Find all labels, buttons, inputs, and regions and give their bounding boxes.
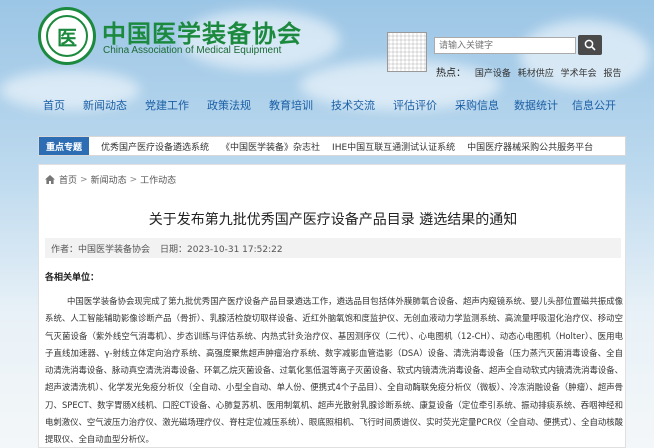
logo-emblem: 医 [46, 15, 88, 57]
site-title-en: China Association of Medical Equipment [103, 45, 282, 56]
article-date: 日期：2023-10-31 17:52:22 [160, 244, 283, 255]
breadcrumb: 首页 > 新闻动态 > 工作动态 [45, 173, 176, 186]
nav-item-tech[interactable]: 技术交流 [322, 97, 384, 113]
nav-item-procurement[interactable]: 采购信息 [446, 97, 508, 113]
topic-link[interactable]: IHE中国互联互通测试认证系统 [332, 140, 455, 153]
search-button[interactable] [578, 35, 602, 55]
main-nav: 首页 新闻动态 党建工作 政策法规 教育培训 技术交流 评估评价 采购信息 数据… [28, 94, 626, 116]
nav-item-disclosure[interactable]: 信息公开 [564, 97, 624, 113]
breadcrumb-current[interactable]: 工作动态 [140, 173, 176, 186]
qr-code-icon [387, 32, 427, 72]
article-meta: 作者：中国医学装备协会 日期：2023-10-31 17:52:22 [45, 238, 621, 258]
nav-item-evaluation[interactable]: 评估评价 [384, 97, 446, 113]
hot-keywords: 热点： 国产设备 耗材供应 学术年会 报告 [436, 64, 626, 79]
home-icon [45, 175, 55, 184]
search-input[interactable] [434, 37, 576, 54]
nav-item-education[interactable]: 教育培训 [260, 97, 322, 113]
hot-keyword[interactable]: 国产设备 [475, 69, 511, 79]
topic-bar: 重点专题 优秀国产医疗设备遴选系统 《中国医学装备》杂志社 IHE中国互联互通测… [38, 136, 626, 156]
site-title-cn[interactable]: 中国医学装备协会 [102, 14, 302, 49]
nav-item-party[interactable]: 党建工作 [136, 97, 198, 113]
article-title: 关于发布第九批优秀国产医疗设备产品目录 遴选结果的通知 [148, 212, 518, 228]
hot-keyword[interactable]: 学术年会 [561, 69, 597, 79]
article-salutation: 各相关单位： [45, 273, 100, 283]
article-panel: 首页 > 新闻动态 > 工作动态 关于发布第九批优秀国产医疗设备产品目录 遴选结… [38, 164, 626, 448]
nav-item-home[interactable]: 首页 [34, 97, 74, 113]
topic-link[interactable]: 中国医疗器械采购公共服务平台 [467, 140, 593, 153]
hot-label: 热点： [436, 68, 466, 79]
breadcrumb-news[interactable]: 新闻动态 [91, 173, 127, 186]
article-author: 作者：中国医学装备协会 [51, 244, 151, 255]
topic-link[interactable]: 《中国医学装备》杂志社 [221, 140, 320, 153]
search-icon [584, 39, 596, 51]
hot-keyword[interactable]: 耗材供应 [518, 69, 554, 79]
association-logo[interactable]: 医 [38, 7, 96, 65]
topic-link[interactable]: 优秀国产医疗设备遴选系统 [101, 140, 209, 153]
breadcrumb-separator: > [129, 174, 138, 185]
article-body: 中国医学装备协会现完成了第九批优秀国产医疗设备产品目录遴选工作，遴选品目包括体外… [45, 296, 623, 445]
breadcrumb-separator: > [80, 174, 88, 185]
nav-item-news[interactable]: 新闻动态 [74, 97, 136, 113]
site-header: 医 中国医学装备协会 China Association of Medical … [0, 0, 654, 90]
topic-label: 重点专题 [39, 137, 90, 155]
nav-item-policy[interactable]: 政策法规 [198, 97, 260, 113]
breadcrumb-home[interactable]: 首页 [59, 173, 77, 186]
nav-item-statistics[interactable]: 数据统计 [508, 97, 564, 113]
hot-keyword[interactable]: 报告 [604, 69, 622, 79]
